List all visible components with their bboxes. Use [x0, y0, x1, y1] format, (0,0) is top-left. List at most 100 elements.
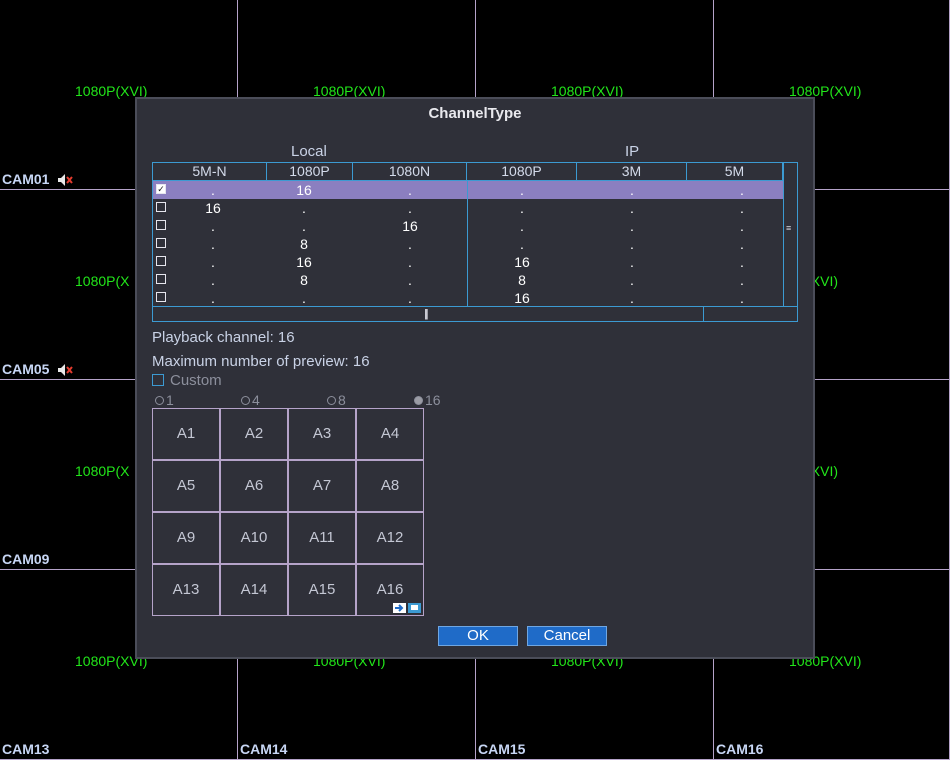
- table-row[interactable]: .. 16...: [153, 217, 783, 235]
- camera-label: CAM13: [2, 741, 50, 757]
- channel-type-dialog: ChannelType Local IP 5M-N 1080P 1080N 1080P…: [135, 97, 815, 659]
- table-cell: .: [211, 182, 215, 198]
- table-cell: .: [630, 200, 634, 216]
- table-cell: .: [302, 200, 306, 216]
- scroll-grip-icon: |||: [424, 308, 428, 320]
- table-cell: .: [408, 254, 412, 270]
- split-radio[interactable]: 4: [241, 392, 260, 408]
- checkbox-icon: [152, 374, 164, 386]
- row-checkbox[interactable]: [156, 256, 166, 266]
- matrix-cell[interactable]: A5: [152, 460, 220, 512]
- camera-label: CAM16: [716, 741, 764, 757]
- matrix-cell[interactable]: A9: [152, 512, 220, 564]
- cancel-button[interactable]: Cancel: [527, 626, 607, 646]
- matrix-cell[interactable]: A4: [356, 408, 424, 460]
- table-header: 5M-N 1080P 1080N 1080P 3M 5M: [153, 163, 783, 181]
- channel-type-table: 5M-N 1080P 1080N 1080P 3M 5M ✓. 16.... 16......…: [152, 162, 798, 322]
- table-cell: .: [740, 272, 744, 288]
- group-ip-label: IP: [625, 143, 640, 160]
- table-row[interactable]: 16.....: [153, 199, 783, 217]
- row-checkbox[interactable]: [156, 292, 166, 302]
- matrix-cell[interactable]: A10: [220, 512, 288, 564]
- radio-icon: [155, 396, 164, 405]
- row-checkbox[interactable]: [156, 202, 166, 212]
- group-local-label: Local: [291, 143, 327, 160]
- horizontal-scroll-thumb[interactable]: |||: [153, 307, 704, 321]
- custom-checkbox[interactable]: Custom: [152, 372, 222, 389]
- table-cell: .: [408, 236, 412, 252]
- split-radio[interactable]: 8: [327, 392, 346, 408]
- matrix-cell[interactable]: A11: [288, 512, 356, 564]
- camera-label: CAM15: [478, 741, 526, 757]
- table-cell: 8: [300, 236, 308, 252]
- channel-matrix: A1 A2 A3 A4 A5 A6 A7 A8 A9 A10 A11 A12 A13 A14 A15 A16: [152, 408, 425, 616]
- matrix-cell-label: A13: [172, 581, 200, 598]
- row-checkbox[interactable]: [156, 220, 166, 230]
- table-cell: .: [520, 236, 524, 252]
- matrix-cell[interactable]: A8: [356, 460, 424, 512]
- table-cell: .: [740, 254, 744, 270]
- split-radio-label: 4: [252, 392, 260, 408]
- table-cell: 8: [518, 272, 526, 288]
- row-checkbox[interactable]: ✓: [156, 184, 166, 194]
- table-cell: 16: [296, 182, 312, 198]
- table-cell: .: [630, 218, 634, 234]
- matrix-cell[interactable]: A14: [220, 564, 288, 616]
- matrix-cell[interactable]: A2: [220, 408, 288, 460]
- split-radio-label: 1: [166, 392, 174, 408]
- camera-label: CAM01: [2, 171, 50, 187]
- split-radio[interactable]: 16: [414, 392, 441, 408]
- column-header: 1080N: [353, 163, 467, 180]
- table-cell: .: [302, 218, 306, 234]
- matrix-cell-label: A16: [376, 581, 404, 598]
- table-cell: .: [740, 182, 744, 198]
- matrix-cell-label: A15: [308, 581, 336, 598]
- matrix-cell[interactable]: A7: [288, 460, 356, 512]
- matrix-cell-label: A9: [176, 529, 196, 546]
- table-cell: .: [740, 236, 744, 252]
- matrix-cell[interactable]: A1: [152, 408, 220, 460]
- column-header: 5M-N: [153, 163, 267, 180]
- table-cell: .: [302, 290, 306, 306]
- matrix-cell[interactable]: A15: [288, 564, 356, 616]
- table-row[interactable]: ✓. 16....: [153, 181, 783, 199]
- horizontal-scrollbar[interactable]: |||: [153, 306, 797, 321]
- row-checkbox[interactable]: [156, 238, 166, 248]
- matrix-cell[interactable]: A13: [152, 564, 220, 616]
- scroll-grip-icon: ≡: [786, 223, 792, 233]
- matrix-cell-label: A3: [312, 425, 332, 442]
- matrix-cell-label: A14: [240, 581, 268, 598]
- column-header: 1080P: [267, 163, 353, 180]
- table-cell: .: [740, 200, 744, 216]
- table-cell: .: [211, 218, 215, 234]
- matrix-cell[interactable]: A6: [220, 460, 288, 512]
- table-row[interactable]: . 8....: [153, 235, 783, 253]
- matrix-cell[interactable]: A12: [356, 512, 424, 564]
- camera-resolution: 1080P(X: [75, 273, 130, 289]
- radio-icon: [414, 396, 423, 405]
- split-radio[interactable]: 1: [155, 392, 174, 408]
- table-cell: .: [520, 182, 524, 198]
- table-row[interactable]: ... 16..: [153, 289, 783, 307]
- matrix-cell[interactable]: A16: [356, 564, 424, 616]
- swap-arrow-icon[interactable]: [393, 603, 421, 613]
- table-cell: .: [630, 272, 634, 288]
- table-row[interactable]: . 8. 8..: [153, 271, 783, 289]
- table-row[interactable]: . 16. 16..: [153, 253, 783, 271]
- table-cell: .: [211, 254, 215, 270]
- table-cell: .: [520, 218, 524, 234]
- vertical-scrollbar[interactable]: ≡: [783, 163, 797, 306]
- speaker-muted-icon: [58, 364, 73, 376]
- table-cell: .: [408, 182, 412, 198]
- table-cell: .: [408, 290, 412, 306]
- column-header: 3M: [577, 163, 687, 180]
- column-header: 5M: [687, 163, 783, 180]
- table-cell: .: [630, 290, 634, 306]
- matrix-cell[interactable]: A3: [288, 408, 356, 460]
- matrix-cell-label: A2: [244, 425, 264, 442]
- row-checkbox[interactable]: [156, 274, 166, 284]
- table-cell: 16: [205, 200, 221, 216]
- ok-button[interactable]: OK: [438, 626, 518, 646]
- radio-icon: [327, 396, 336, 405]
- table-cell: 16: [514, 290, 530, 306]
